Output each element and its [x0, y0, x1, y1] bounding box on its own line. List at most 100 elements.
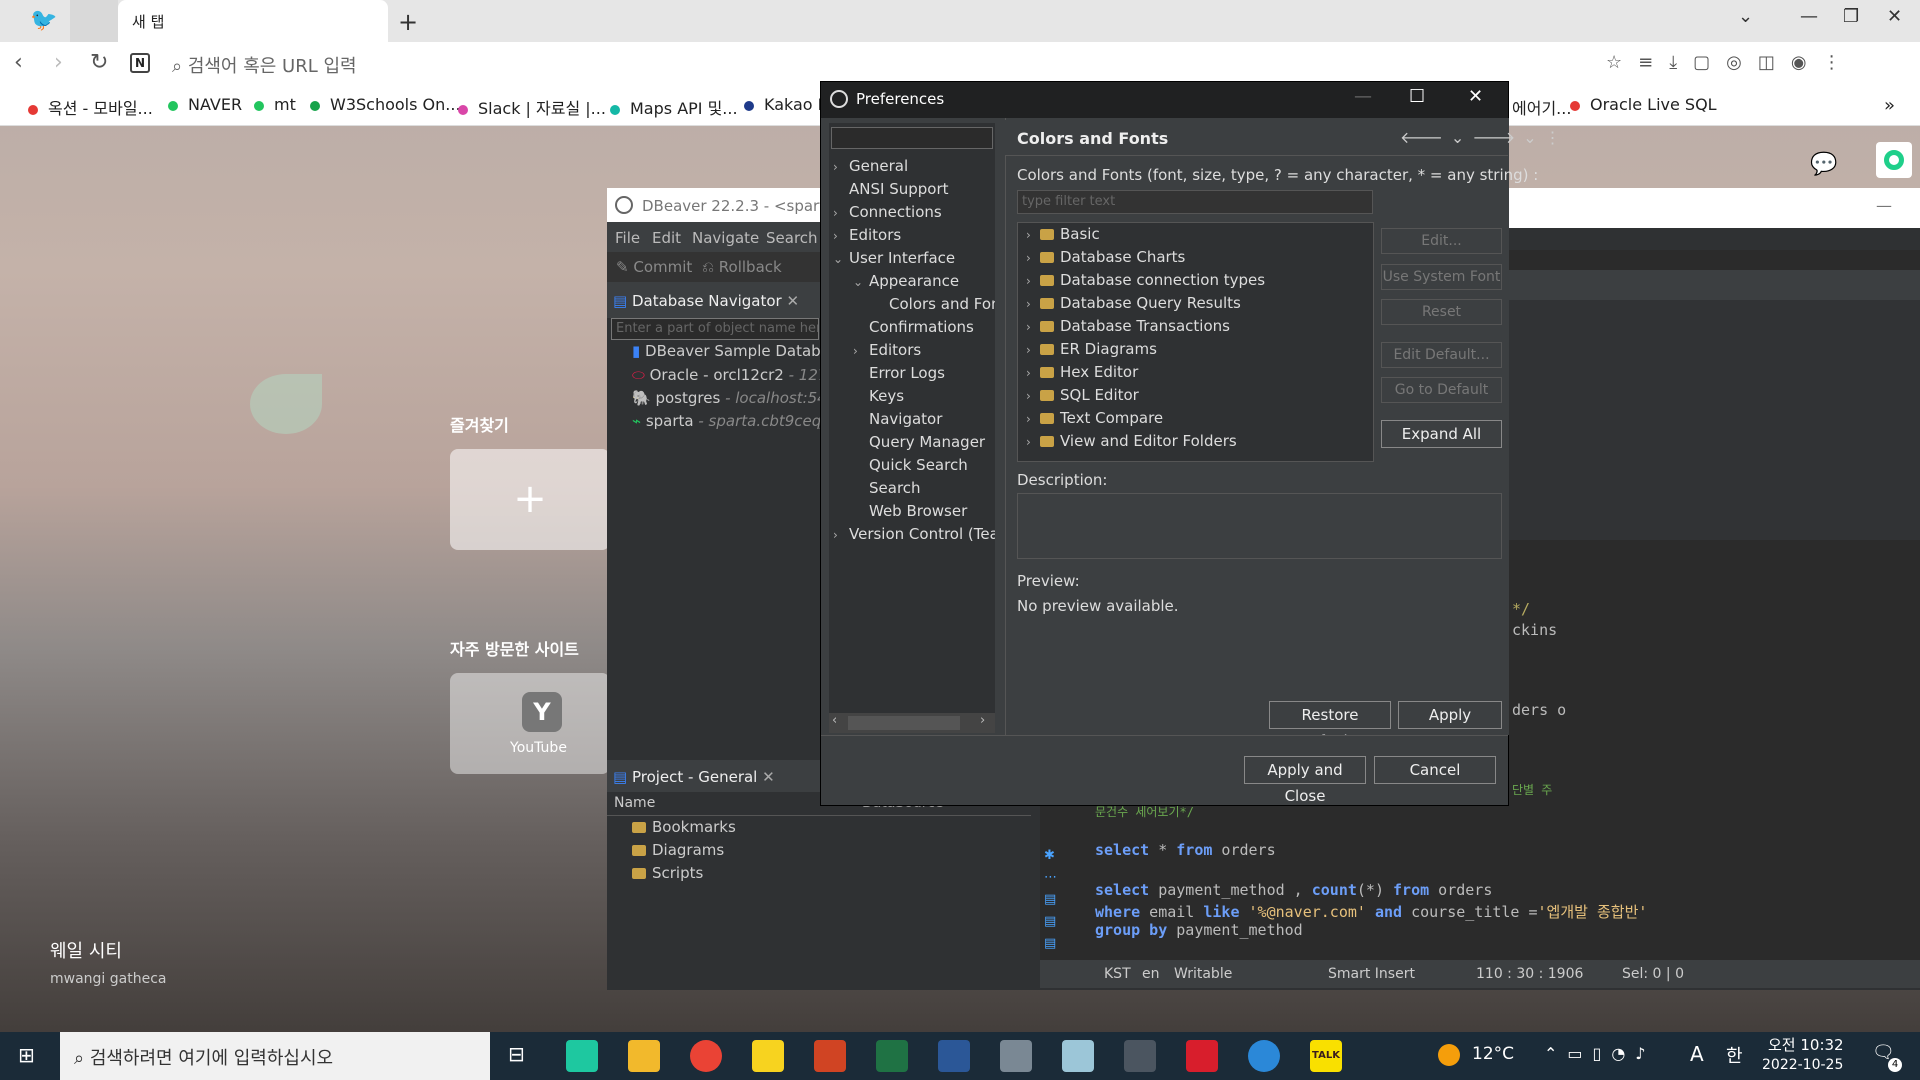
whale-browser-icon[interactable] — [566, 1040, 598, 1072]
scrollbar-thumb[interactable] — [848, 716, 960, 730]
tree-item-appearance[interactable]: ⌄ Appearance — [853, 272, 959, 290]
column-name[interactable]: Name — [614, 795, 655, 811]
add-favorite-button[interactable]: + — [450, 449, 610, 550]
bookmark-item[interactable]: 옥션 - 모바일... — [28, 95, 153, 119]
collapse-icon[interactable]: ⌄ — [833, 252, 849, 266]
navigator-filter-input[interactable]: Enter a part of object name here — [611, 318, 819, 340]
weather-icon[interactable] — [1438, 1044, 1460, 1066]
reset-button[interactable]: Reset — [1381, 299, 1502, 325]
tab-new-tab[interactable]: 새 탭 — [118, 0, 388, 42]
pinned-tab[interactable] — [70, 0, 118, 42]
expand-icon[interactable]: › — [1026, 366, 1040, 380]
naver-icon[interactable]: N — [130, 53, 150, 73]
category-item[interactable]: › Basic — [1026, 225, 1100, 243]
taskbar-search[interactable]: ⌕ 검색하려면 여기에 입력하십시오 — [60, 1032, 490, 1080]
weather-temperature[interactable]: 12°C — [1472, 1044, 1514, 1064]
bookmark-item[interactable]: mt — [254, 95, 296, 114]
tree-item-navigator[interactable]: Navigator — [853, 410, 942, 428]
edge-icon[interactable] — [1248, 1040, 1280, 1072]
new-tab-button[interactable]: + — [398, 8, 418, 36]
category-item[interactable]: › Database Transactions — [1026, 317, 1230, 335]
chrome-icon[interactable] — [690, 1040, 722, 1072]
restore-button[interactable]: ❐ — [1843, 6, 1859, 27]
tree-item-editors[interactable]: › Editors — [833, 226, 901, 244]
menu-edit[interactable]: Edit — [652, 229, 681, 247]
expand-icon[interactable]: › — [1026, 297, 1040, 311]
tree-item-ui-editors[interactable]: › Editors — [853, 341, 921, 359]
edit-default-button[interactable]: Edit Default... — [1381, 342, 1502, 368]
rollback-button[interactable]: ⎌ Rollback — [702, 258, 782, 276]
category-item[interactable]: › Database connection types — [1026, 271, 1265, 289]
minimize-button[interactable]: — — [1800, 6, 1818, 27]
bookmark-item[interactable]: Kakao D — [744, 95, 830, 114]
app-icon[interactable] — [1062, 1040, 1094, 1072]
category-item[interactable]: › Database Charts — [1026, 248, 1185, 266]
tree-item-user-interface[interactable]: ⌄ User Interface — [833, 249, 955, 267]
tree-item-connections[interactable]: › Connections — [833, 203, 942, 221]
bookmark-item[interactable]: NAVER — [168, 95, 242, 114]
tab-list-icon[interactable]: ⌄ — [1738, 6, 1753, 27]
sidebar-app-icon[interactable] — [1876, 142, 1912, 178]
expand-icon[interactable]: › — [1026, 389, 1040, 403]
close-button[interactable]: ✕ — [1887, 6, 1902, 27]
bookmark-item[interactable]: 에어기... — [1512, 95, 1571, 119]
dialog-maximize-button[interactable]: ☐ — [1409, 86, 1425, 107]
go-to-default-button[interactable]: Go to Default — [1381, 377, 1502, 403]
expand-icon[interactable]: › — [833, 160, 849, 174]
windows-start-icon[interactable]: ⊞ — [18, 1043, 35, 1067]
page-nav-icons[interactable]: 🡐⌄🡒⌄⋮ — [1400, 127, 1569, 147]
language-indicator[interactable]: 한 — [1726, 1042, 1743, 1068]
expand-icon[interactable]: › — [1026, 343, 1040, 357]
tree-item-search[interactable]: Search — [853, 479, 921, 497]
scroll-right-icon[interactable]: › — [980, 713, 985, 728]
project-item[interactable]: Bookmarks — [632, 818, 736, 836]
tree-item-query-manager[interactable]: Query Manager — [853, 433, 985, 451]
reload-icon[interactable]: ↻ — [90, 50, 108, 75]
bookmark-item[interactable]: Maps API 및... — [610, 95, 738, 119]
category-item[interactable]: › View and Editor Folders — [1026, 432, 1237, 450]
category-item[interactable]: › Database Query Results — [1026, 294, 1241, 312]
category-item[interactable]: › Text Compare — [1026, 409, 1163, 427]
connection-item[interactable]: ⬭ Oracle - orcl12cr2 - 127.0 — [632, 366, 842, 384]
connection-item[interactable]: 🐘 postgres - localhost:5432 — [632, 389, 846, 407]
menu-navigate[interactable]: Navigate — [692, 229, 759, 247]
kakaotalk-icon[interactable]: TALK — [1310, 1040, 1342, 1072]
apply-and-close-button[interactable]: Apply and Close — [1244, 756, 1366, 805]
close-tab-icon[interactable]: ✕ — [787, 292, 800, 310]
toolbar-icons[interactable]: ☆≡⤓▢◎◫◉⋮ — [1606, 52, 1857, 73]
scroll-left-icon[interactable]: ‹ — [832, 713, 837, 728]
powerpoint-icon[interactable] — [814, 1040, 846, 1072]
expand-icon[interactable]: › — [1026, 320, 1040, 334]
calculator-icon[interactable] — [1000, 1040, 1032, 1072]
cancel-button[interactable]: Cancel — [1374, 756, 1496, 784]
tray-icons[interactable]: ⌃▭▯◔♪ — [1544, 1044, 1656, 1063]
tree-item-quick-search[interactable]: Quick Search — [853, 456, 968, 474]
tree-item-web-browser[interactable]: Web Browser — [853, 502, 967, 520]
tab-database-navigator[interactable]: ▤ Database Navigator ✕ — [613, 292, 799, 310]
expand-icon[interactable]: › — [1026, 412, 1040, 426]
preferences-filter-input[interactable] — [831, 127, 993, 149]
expand-icon[interactable]: › — [1026, 274, 1040, 288]
tree-item-colors-and-fonts[interactable]: Colors and Fonts — [873, 295, 995, 313]
connection-item[interactable]: ⌁ sparta - sparta.cbt9ceqjq — [632, 412, 835, 430]
expand-icon[interactable]: › — [833, 206, 849, 220]
tab-project-general[interactable]: ▤ Project - General ✕ — [613, 768, 775, 786]
file-explorer-icon[interactable] — [628, 1040, 660, 1072]
tree-item-ansi-support[interactable]: ANSI Support — [833, 180, 949, 198]
security-icon[interactable] — [1186, 1040, 1218, 1072]
bookmarks-overflow-icon[interactable]: » — [1884, 95, 1895, 116]
editor-gutter-icons[interactable]: ✱ ⋯ ▤ ▤ ▤ — [1044, 845, 1057, 955]
project-item[interactable]: Diagrams — [632, 841, 724, 859]
address-bar[interactable]: ⌕ 검색어 혹은 URL 입력 — [162, 48, 1602, 78]
expand-icon[interactable]: › — [853, 344, 869, 358]
dbeaver-minimize-button[interactable]: — — [1876, 196, 1892, 215]
restore-defaults-button[interactable]: Restore Defaults — [1269, 701, 1391, 750]
bookmark-item[interactable]: Oracle Live SQL — [1570, 95, 1717, 114]
expand-icon[interactable]: › — [833, 229, 849, 243]
chat-icon[interactable]: 💬 — [1810, 152, 1837, 177]
clock-time[interactable]: 오전 10:32 — [1768, 1034, 1844, 1055]
commit-button[interactable]: ✎ Commit — [616, 258, 692, 276]
use-system-font-button[interactable]: Use System Font — [1381, 264, 1502, 290]
bookmark-item[interactable]: Slack | 자료실 |... — [458, 95, 606, 119]
tree-item-error-logs[interactable]: Error Logs — [853, 364, 945, 382]
